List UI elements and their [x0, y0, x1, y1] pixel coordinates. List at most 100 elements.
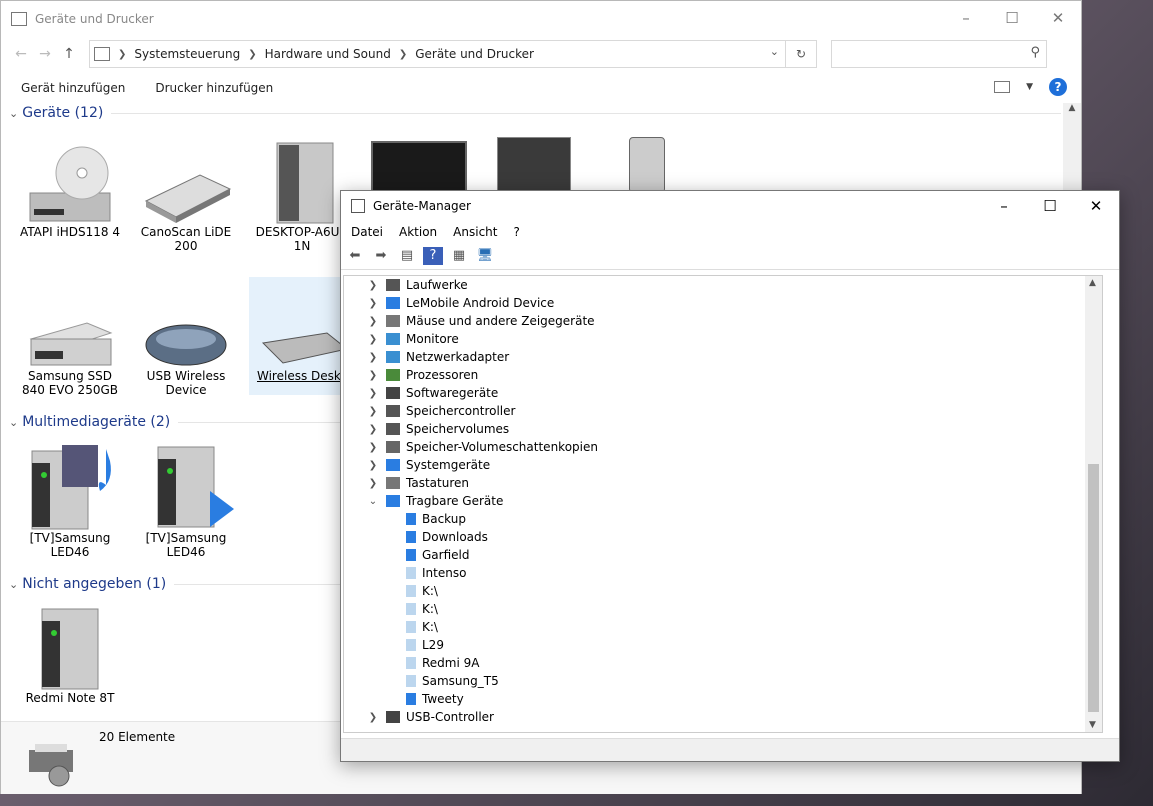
- forward-arrow-icon[interactable]: →: [33, 46, 57, 62]
- chevron-right-icon[interactable]: ❯: [366, 712, 380, 723]
- chevron-right-icon[interactable]: ❯: [366, 370, 380, 381]
- tree-category[interactable]: ❯ Netzwerkadapter: [366, 348, 509, 366]
- tree-category[interactable]: ❯ LeMobile Android Device: [366, 294, 555, 312]
- chevron-up-icon[interactable]: ▲: [1063, 103, 1081, 113]
- add-printer-button[interactable]: Drucker hinzufügen: [155, 81, 273, 95]
- address-bar[interactable]: ❯ Systemsteuerung ❯ Hardware und Sound ❯…: [89, 40, 786, 68]
- tree-device[interactable]: Redmi 9A: [400, 654, 479, 672]
- tree-scrollbar[interactable]: ▲ ▼: [1085, 276, 1102, 732]
- close-button[interactable]: ✕: [1035, 1, 1081, 36]
- chevron-right-icon[interactable]: ❯: [366, 316, 380, 327]
- tree-device[interactable]: K:\: [400, 582, 438, 600]
- chevron-down-icon[interactable]: ▼: [1089, 720, 1096, 730]
- view-options-icon[interactable]: [994, 81, 1011, 93]
- close-button[interactable]: ✕: [1073, 191, 1119, 221]
- chevron-right-icon[interactable]: ❯: [399, 49, 407, 60]
- chevron-right-icon[interactable]: ❯: [366, 442, 380, 453]
- tree-device[interactable]: Garfield: [400, 546, 469, 564]
- tree-category[interactable]: ❯ Tastaturen: [366, 474, 469, 492]
- tree-category[interactable]: ❯ Mäuse und andere Zeigegeräte: [366, 312, 595, 330]
- portable-device-icon: [406, 603, 416, 615]
- tree-category[interactable]: ❯ Speicher-Volumeschattenkopien: [366, 438, 598, 456]
- device-tv-samsung-1[interactable]: [TV]Samsung LED46: [15, 441, 125, 559]
- breadcrumb-devices-printers[interactable]: Geräte und Drucker: [415, 47, 534, 61]
- chevron-right-icon[interactable]: ❯: [118, 49, 126, 60]
- chevron-up-icon[interactable]: ▲: [1089, 278, 1096, 288]
- tree-category[interactable]: ⌄ Tragbare Geräte: [366, 492, 504, 510]
- search-input[interactable]: ⚲: [831, 40, 1047, 68]
- minimize-button[interactable]: –: [981, 191, 1027, 221]
- maximize-button[interactable]: ☐: [1027, 191, 1073, 221]
- chevron-down-icon[interactable]: ⌄: [9, 578, 18, 591]
- back-arrow-icon[interactable]: ⬅: [345, 247, 365, 265]
- section-devices[interactable]: ⌄ Geräte (12): [9, 105, 1062, 121]
- tree-category[interactable]: ❯ Prozessoren: [366, 366, 478, 384]
- section-unspecified[interactable]: ⌄ Nicht angegeben (1): [9, 576, 345, 592]
- breadcrumb-systemsteuerung[interactable]: Systemsteuerung: [134, 47, 240, 61]
- chevron-down-icon[interactable]: ▼: [1026, 82, 1033, 92]
- refresh-button[interactable]: ↻: [786, 40, 817, 68]
- chevron-right-icon[interactable]: ❯: [366, 352, 380, 363]
- chevron-right-icon[interactable]: ❯: [366, 406, 380, 417]
- tree-device[interactable]: K:\: [400, 618, 438, 636]
- tree-category[interactable]: ❯ Systemgeräte: [366, 456, 490, 474]
- menu-ansicht[interactable]: Ansicht: [453, 225, 497, 239]
- device-tree[interactable]: ▲ ▼ ❯ Laufwerke ❯ LeMobile Android Device ❯ M…: [343, 275, 1103, 733]
- scroll-thumb[interactable]: [1088, 464, 1099, 712]
- device-scanner[interactable]: CanoScan LiDE 200: [131, 135, 241, 253]
- tree-device[interactable]: K:\: [400, 600, 438, 618]
- device-category-icon: [386, 459, 400, 471]
- chevron-down-icon[interactable]: ⌄: [366, 496, 380, 507]
- tree-category[interactable]: ❯ Monitore: [366, 330, 459, 348]
- chevron-right-icon[interactable]: ❯: [366, 424, 380, 435]
- properties-icon[interactable]: ▤: [397, 247, 417, 265]
- chevron-right-icon[interactable]: ❯: [366, 388, 380, 399]
- device-label: USB Wireless Device: [146, 369, 226, 397]
- chevron-right-icon[interactable]: ❯: [366, 280, 380, 291]
- tree-device[interactable]: L29: [400, 636, 444, 654]
- tree-category[interactable]: ❯ Softwaregeräte: [366, 384, 498, 402]
- device-usb-wireless[interactable]: USB Wireless Device: [131, 299, 241, 397]
- menu-datei[interactable]: Datei: [351, 225, 383, 239]
- tree-category[interactable]: ❯ Speichercontroller: [366, 402, 516, 420]
- device-tv-samsung-2[interactable]: [TV]Samsung LED46: [131, 441, 241, 559]
- help-icon[interactable]: ?: [423, 247, 443, 265]
- tree-category[interactable]: ❯ USB-Controller: [366, 708, 494, 726]
- chevron-right-icon[interactable]: ❯: [366, 460, 380, 471]
- help-icon[interactable]: ?: [1049, 78, 1067, 96]
- chevron-down-icon[interactable]: ⌄: [9, 416, 18, 429]
- chevron-right-icon[interactable]: ❯: [366, 334, 380, 345]
- add-device-button[interactable]: Gerät hinzufügen: [21, 81, 125, 95]
- chevron-down-icon[interactable]: ⌄: [770, 45, 779, 58]
- device-dvd-drive[interactable]: ATAPI iHDS118 4: [15, 135, 125, 239]
- forward-arrow-icon[interactable]: ➡: [371, 247, 391, 265]
- explorer-titlebar[interactable]: Geräte und Drucker – ☐ ✕: [1, 1, 1081, 36]
- tree-device[interactable]: Tweety: [400, 690, 464, 708]
- chevron-right-icon[interactable]: ❯: [366, 298, 380, 309]
- maximize-button[interactable]: ☐: [989, 1, 1035, 36]
- up-arrow-icon[interactable]: ↑: [57, 46, 81, 62]
- tree-device[interactable]: Downloads: [400, 528, 488, 546]
- tree-category[interactable]: ❯ Laufwerke: [366, 276, 468, 294]
- tree-device[interactable]: Backup: [400, 510, 466, 528]
- scan-hardware-icon[interactable]: 🖥: [475, 247, 495, 265]
- monitor-icon[interactable]: [371, 141, 467, 197]
- section-multimedia[interactable]: ⌄ Multimediageräte (2): [9, 414, 349, 430]
- minimize-button[interactable]: –: [943, 1, 989, 36]
- menu-help[interactable]: ?: [513, 225, 519, 239]
- device-ssd[interactable]: Samsung SSD 840 EVO 250GB: [15, 299, 125, 397]
- tree-device[interactable]: Samsung_T5: [400, 672, 499, 690]
- usb-stick-icon[interactable]: [629, 137, 665, 193]
- breadcrumb-hardware-sound[interactable]: Hardware und Sound: [265, 47, 391, 61]
- devmgr-titlebar[interactable]: Geräte-Manager – ☐ ✕: [341, 191, 1119, 221]
- chevron-right-icon[interactable]: ❯: [366, 478, 380, 489]
- back-arrow-icon[interactable]: ←: [9, 46, 33, 62]
- chevron-right-icon[interactable]: ❯: [248, 49, 256, 60]
- device-redmi-note[interactable]: Redmi Note 8T: [15, 601, 125, 705]
- speaker-icon[interactable]: [497, 137, 571, 195]
- chevron-down-icon[interactable]: ⌄: [9, 107, 18, 120]
- menu-aktion[interactable]: Aktion: [399, 225, 437, 239]
- tree-device[interactable]: Intenso: [400, 564, 466, 582]
- tree-category[interactable]: ❯ Speichervolumes: [366, 420, 509, 438]
- details-view-icon[interactable]: ▦: [449, 247, 469, 265]
